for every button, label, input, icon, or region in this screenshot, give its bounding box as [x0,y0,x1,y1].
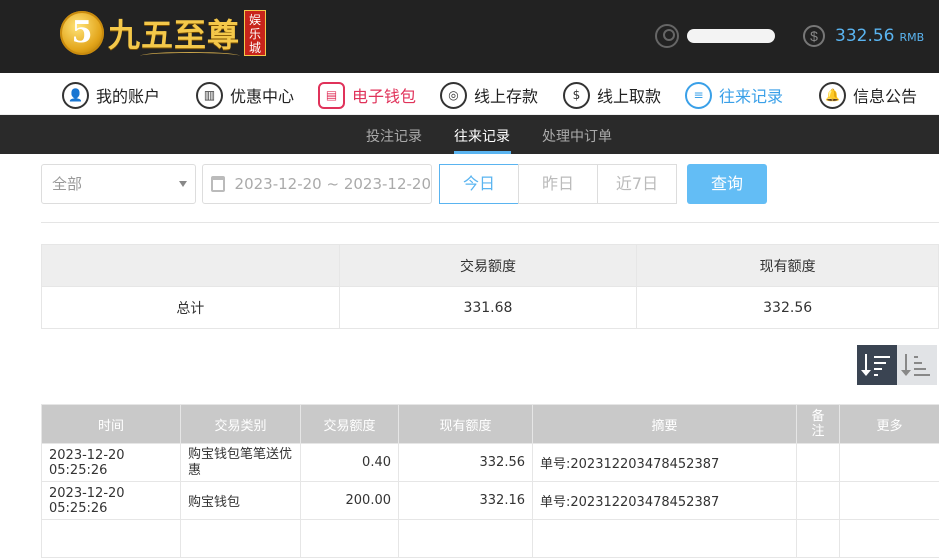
records-header-row: 时间 交易类别 交易额度 现有额度 摘要 备注 更多 [42,405,939,444]
tab-pending-orders[interactable]: 处理中订单 [542,126,612,146]
col-header-amount[interactable]: 交易额度 [301,405,399,444]
cell-balance: 332.16 [399,482,533,520]
quick-yesterday-button[interactable]: 昨日 [518,164,598,204]
summary-current-total: 332.56 [637,287,939,329]
cell-more[interactable] [840,444,939,482]
nav-promotions[interactable]: ▥ 优惠中心 [196,80,294,110]
summary-trade-total: 331.68 [339,287,637,329]
cell-amount: 0.40 [301,444,399,482]
logo-tag: 娱乐城 [244,10,266,56]
col-header-summary[interactable]: 摘要 [533,405,797,444]
cell-amount: 200.00 [301,482,399,520]
summary-header-row: 交易额度 现有额度 [42,245,939,287]
withdraw-icon: $ [563,82,590,109]
deposit-icon: ◎ [440,82,467,109]
tab-bet-records[interactable]: 投注记录 [366,126,422,146]
query-button[interactable]: 查询 [687,164,767,204]
records-table: 时间 交易类别 交易额度 现有额度 摘要 备注 更多 2023-12-20 05… [41,404,939,558]
nav-announcements[interactable]: 🔔 信息公告 [819,80,917,110]
col-header-balance[interactable]: 现有额度 [399,405,533,444]
sub-nav: 投注记录 往来记录 处理中订单 [0,115,939,154]
summary-total-row: 总计 331.68 332.56 [42,287,939,329]
balance-display: $ 332.56 RMB [803,25,924,47]
divider [41,222,939,223]
balance-unit: RMB [899,31,924,44]
user-account[interactable] [655,24,775,48]
table-row[interactable]: 2023-12-20 05:25:26 购宝钱包 200.00 332.16 单… [42,482,939,520]
type-select[interactable]: 全部 [41,164,196,204]
nav-my-account[interactable]: 👤 我的账户 [62,80,160,110]
logo-swash [140,52,240,60]
sort-ascending-button[interactable] [897,345,937,385]
table-row[interactable] [42,520,939,558]
sort-ascending-icon [905,354,907,374]
cell-summary: 单号:202312203478452387 [533,482,797,520]
col-header-type[interactable]: 交易类别 [181,405,301,444]
nav-records[interactable]: ≡ 往来记录 [685,80,783,110]
records-icon: ≡ [685,82,712,109]
chevron-down-icon [179,181,187,187]
cell-summary: 单号:202312203478452387 [533,444,797,482]
nav-label: 优惠中心 [230,83,294,107]
user-icon [655,24,679,48]
summary-header-blank [42,245,340,287]
logo-text: 九五至尊 [108,10,240,56]
nav-label: 信息公告 [853,83,917,107]
username-redacted [687,29,775,43]
cell-balance: 332.56 [399,444,533,482]
site-logo[interactable]: 5 九五至尊 娱乐城 [60,10,266,56]
table-row[interactable]: 2023-12-20 05:25:26 购宝钱包笔笔送优惠 0.40 332.5… [42,444,939,482]
calendar-icon [211,176,225,192]
quick-7days-button[interactable]: 近7日 [597,164,677,204]
col-header-remark[interactable]: 备注 [797,405,840,444]
nav-label: 电子钱包 [352,83,416,107]
date-range-value: 2023-12-20 ~ 2023-12-20 [235,175,431,193]
summary-table: 交易额度 现有额度 总计 331.68 332.56 [41,244,939,329]
cell-type: 购宝钱包笔笔送优惠 [181,444,301,482]
logo-badge: 5 [60,11,104,55]
tab-transaction-records[interactable]: 往来记录 [454,126,510,146]
nav-label: 线上取款 [597,83,661,107]
cell-remark [797,444,840,482]
col-header-time[interactable]: 时间 [42,405,181,444]
date-range-input[interactable]: 2023-12-20 ~ 2023-12-20 [202,164,432,204]
bell-icon: 🔔 [819,82,846,109]
cell-time: 2023-12-20 05:25:26 [42,444,181,482]
nav-label: 线上存款 [474,83,538,107]
cell-more[interactable] [840,482,939,520]
user-circle-icon: 👤 [62,82,89,109]
nav-deposit[interactable]: ◎ 线上存款 [440,80,538,110]
nav-label: 我的账户 [96,83,160,107]
active-tab-underline [454,151,511,154]
dollar-coin-icon: $ [803,25,825,47]
balance-amount: 332.56 [835,26,894,46]
cell-remark [797,482,840,520]
nav-withdraw[interactable]: $ 线上取款 [563,80,661,110]
cell-time: 2023-12-20 05:25:26 [42,482,181,520]
col-header-more[interactable]: 更多 [840,405,939,444]
cell-type: 购宝钱包 [181,482,301,520]
summary-header-current: 现有额度 [637,245,939,287]
quick-today-button[interactable]: 今日 [439,164,519,204]
summary-total-label: 总计 [42,287,340,329]
summary-header-trade: 交易额度 [339,245,637,287]
type-select-value: 全部 [52,175,82,193]
main-nav: 👤 我的账户 ▥ 优惠中心 ▤ 电子钱包 ◎ 线上存款 $ 线上取款 ≡ 往来记… [0,73,939,115]
sort-descending-button[interactable] [857,345,897,385]
nav-e-wallet[interactable]: ▤ 电子钱包 [318,80,416,110]
gift-icon: ▥ [196,82,223,109]
nav-label: 往来记录 [719,83,783,107]
sort-descending-icon [865,354,867,374]
wallet-icon: ▤ [318,82,345,109]
top-bar: 5 九五至尊 娱乐城 $ 332.56 RMB [0,0,939,73]
